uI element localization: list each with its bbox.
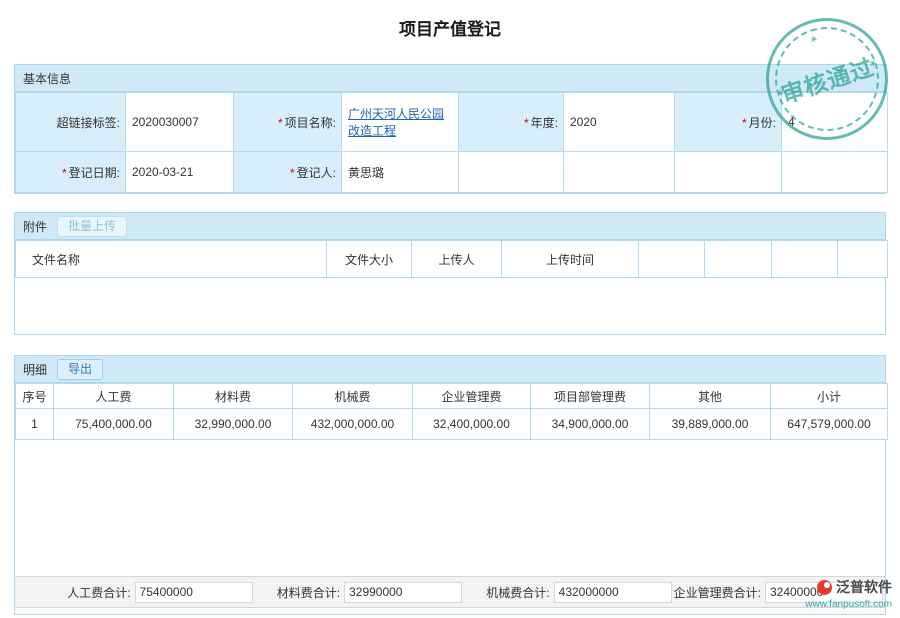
empty-cell <box>675 152 782 193</box>
year-label: *年度: <box>459 93 564 152</box>
column-header-upload-time: 上传时间 <box>502 241 639 278</box>
empty-cell <box>459 152 564 193</box>
basic-info-table: 超链接标签: 2020030007 *项目名称: 广州天河人民公园改造工程 *年… <box>15 92 888 193</box>
column-header-machinery-cost: 机械费 <box>293 384 413 409</box>
column-header-other-cost: 其他 <box>650 384 771 409</box>
cell-labor-cost: 75,400,000.00 <box>54 409 174 440</box>
cell-material-cost: 32,990,000.00 <box>174 409 293 440</box>
machinery-total-label: 机械费合计: <box>486 584 549 601</box>
next-totals-row-partial <box>15 607 885 614</box>
required-asterisk: * <box>290 166 295 180</box>
column-header-labor-cost: 人工费 <box>54 384 174 409</box>
material-total-label: 材料费合计: <box>277 584 340 601</box>
labor-total-value: 75400000 <box>135 582 253 603</box>
month-label: *月份: <box>675 93 782 152</box>
year-value: 2020 <box>564 93 675 152</box>
attachments-section-title: 附件 <box>23 218 47 235</box>
column-header-subtotal: 小计 <box>771 384 888 409</box>
register-date-value: 2020-03-21 <box>126 152 234 193</box>
column-header-seq: 序号 <box>16 384 54 409</box>
required-asterisk: * <box>742 116 747 130</box>
details-section: 明细 导出 序号 人工费 材料费 机械费 企业管理费 项目部管理费 其他 小计 … <box>14 355 886 615</box>
empty-cell <box>705 241 772 278</box>
required-asterisk: * <box>62 166 67 180</box>
registrant-label: *登记人: <box>234 152 342 193</box>
details-empty-area <box>15 440 885 576</box>
project-name-link[interactable]: 广州天河人民公园改造工程 <box>348 107 444 138</box>
totals-row: 人工费合计: 75400000 材料费合计: 32990000 机械费合计: 4… <box>15 576 885 607</box>
column-header-material-cost: 材料费 <box>174 384 293 409</box>
detail-row: 1 75,400,000.00 32,990,000.00 432,000,00… <box>16 409 888 440</box>
details-section-title: 明细 <box>23 361 47 378</box>
column-header-project-dept-mgmt-cost: 项目部管理费 <box>531 384 650 409</box>
fanpu-logo-icon <box>817 580 832 595</box>
footer-brand: 泛普软件 www.fanpusoft.com <box>805 577 892 610</box>
cell-enterprise-mgmt-cost: 32,400,000.00 <box>413 409 531 440</box>
basic-info-section: 基本信息 超链接标签: 2020030007 *项目名称: 广州天河人民公园改造… <box>14 64 886 194</box>
hyperlink-tag-value: 2020030007 <box>126 93 234 152</box>
cell-machinery-cost: 432,000,000.00 <box>293 409 413 440</box>
required-asterisk: * <box>524 116 529 130</box>
cell-subtotal: 647,579,000.00 <box>771 409 888 440</box>
empty-cell <box>564 152 675 193</box>
brand-name: 泛普软件 <box>836 577 892 597</box>
empty-cell <box>782 152 888 193</box>
export-button[interactable]: 导出 <box>57 359 103 380</box>
cell-project-dept-mgmt-cost: 34,900,000.00 <box>531 409 650 440</box>
labor-total-label: 人工费合计: <box>67 584 130 601</box>
material-total-value: 32990000 <box>344 582 462 603</box>
attachments-empty-area <box>15 278 885 334</box>
empty-cell <box>838 241 888 278</box>
details-table: 序号 人工费 材料费 机械费 企业管理费 项目部管理费 其他 小计 1 75,4… <box>15 383 888 440</box>
month-value: 4 <box>782 93 888 152</box>
batch-upload-button[interactable]: 批量上传 <box>57 216 127 237</box>
project-name-label: *项目名称: <box>234 93 342 152</box>
attachments-section: 附件 批量上传 文件名称 文件大小 上传人 上传时间 <box>14 212 886 335</box>
project-name-cell: 广州天河人民公园改造工程 <box>342 93 459 152</box>
attachments-table: 文件名称 文件大小 上传人 上传时间 <box>15 240 888 278</box>
cell-other-cost: 39,889,000.00 <box>650 409 771 440</box>
column-header-enterprise-mgmt-cost: 企业管理费 <box>413 384 531 409</box>
basic-info-section-title: 基本信息 <box>23 70 71 87</box>
cell-seq: 1 <box>16 409 54 440</box>
register-date-label: *登记日期: <box>16 152 126 193</box>
registrant-value: 黄思璐 <box>342 152 459 193</box>
hyperlink-tag-label: 超链接标签: <box>16 93 126 152</box>
enterprise-mgmt-total-label: 企业管理费合计: <box>674 584 761 601</box>
empty-cell <box>772 241 838 278</box>
column-header-uploader: 上传人 <box>412 241 502 278</box>
column-header-file-size: 文件大小 <box>327 241 412 278</box>
column-header-file-name: 文件名称 <box>16 241 327 278</box>
brand-url: www.fanpusoft.com <box>805 599 892 610</box>
page-title: 项目产值登记 <box>0 18 900 42</box>
required-asterisk: * <box>278 116 283 130</box>
empty-cell <box>639 241 705 278</box>
machinery-total-value: 432000000 <box>554 582 672 603</box>
